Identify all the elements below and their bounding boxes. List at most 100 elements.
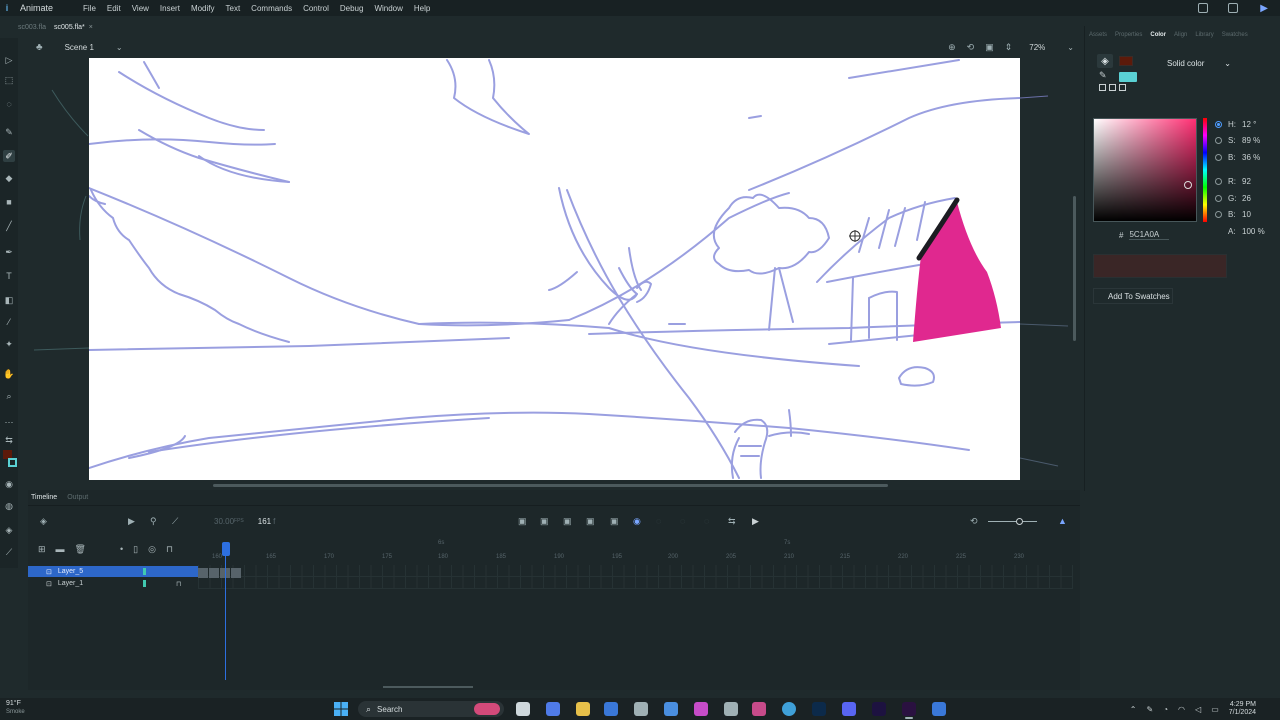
layer-color-tag[interactable] [143,568,146,575]
pen-icon[interactable]: ✒ [3,246,15,258]
delete-layer-icon[interactable]: 🗑 [75,544,86,555]
close-icon[interactable]: × [89,24,93,31]
layer-name[interactable]: Layer_1 [58,580,83,587]
battery-icon[interactable]: ▭ [1211,705,1219,714]
tab-properties[interactable]: Properties [1115,32,1142,38]
blue-radio[interactable] [1215,211,1222,219]
store-icon[interactable] [604,702,618,716]
playhead[interactable] [222,542,230,556]
app-icon[interactable] [932,702,946,716]
saturation-value[interactable]: 89 % [1242,136,1260,145]
pin-icon[interactable]: ✦ [3,338,15,350]
visibility-icon[interactable]: ◎ [148,544,156,555]
pen-icon[interactable]: ✎ [1147,705,1154,714]
saturation-row[interactable]: S: 89 % [1215,133,1279,150]
menu-view[interactable]: View [132,4,149,13]
brush-icon[interactable]: ✐ [3,150,15,162]
hue-radio[interactable] [1215,120,1222,128]
hand-icon[interactable]: ✋ [3,368,15,380]
current-frame[interactable]: 161 [258,517,271,526]
menu-commands[interactable]: Commands [251,4,292,13]
onion-skin-icon[interactable]: ◉ [633,514,641,528]
collapse-timeline-icon[interactable]: ▲ [1058,514,1067,528]
info-icon[interactable]: i [0,0,14,16]
edge-icon[interactable] [782,702,796,716]
first-frame-icon[interactable]: ▣ [518,514,527,528]
eyedropper-icon[interactable]: ⁄ [3,316,15,328]
stop-icon[interactable]: ▣ [563,514,572,528]
frame-size-slider[interactable] [988,514,1037,528]
menu-text[interactable]: Text [226,4,241,13]
tab-assets[interactable]: Assets [1089,32,1107,38]
scene-label[interactable]: Scene 1 [65,43,94,52]
edit-multiple-icon[interactable]: ◌ [656,514,661,528]
brush-shape-icon[interactable]: ◈ [3,524,15,536]
outline-icon[interactable]: ▯ [133,544,138,555]
animate-icon[interactable] [902,702,916,719]
file-explorer-icon[interactable] [576,702,590,716]
frame-grid[interactable] [198,565,1073,589]
play-icon[interactable]: ▶ [752,514,759,528]
text-tool-icon[interactable]: T [3,270,15,282]
app-icon[interactable] [634,702,648,716]
lock-icon[interactable]: ⊓ [176,580,181,588]
menu-modify[interactable]: Modify [191,4,215,13]
lock-icon[interactable]: ⊓ [166,544,173,555]
stroke-color-swatch[interactable] [1119,72,1137,82]
rotate-stage-icon[interactable]: ⟲ [967,42,975,53]
last-frame-icon[interactable]: ▣ [610,514,619,528]
photoshop-icon[interactable] [812,702,826,716]
keyframe[interactable] [198,568,208,578]
taskbar-search[interactable]: ⌕ Search [358,701,504,717]
brightness-radio[interactable] [1215,153,1222,161]
fill-color-swatch[interactable] [1119,56,1133,66]
wifi-icon[interactable]: ◠ [1178,705,1185,714]
selection-tool-icon[interactable]: ▷ [3,54,15,66]
keyframe[interactable] [209,568,219,578]
layer-parenting-icon[interactable]: ⚲ [150,514,157,528]
smoothing-icon[interactable]: ⟋ [3,546,15,558]
lasso-icon[interactable]: ◌ [3,98,15,110]
new-folder-icon[interactable]: ▬ [56,544,65,555]
highlight-layer-icon[interactable]: • [120,544,123,555]
blue-row[interactable]: B: 10 [1215,207,1279,224]
add-to-swatches-button[interactable]: Add To Swatches [1093,288,1173,304]
free-transform-icon[interactable]: ⬚ [3,74,15,86]
layer-row[interactable]: ⊡ Layer_1 ⊓ [28,578,198,589]
fill-bucket-icon[interactable]: ◈ [1097,54,1113,68]
premiere-icon[interactable] [872,702,886,716]
rectangle-icon[interactable]: ■ [3,196,15,208]
test-movie-icon[interactable]: ▶ [1260,3,1268,14]
app-icon[interactable] [694,702,708,716]
tab-timeline[interactable]: Timeline [31,494,57,501]
doc-tab-sc005[interactable]: sc005.fla* × [54,24,93,31]
stroke-pencil-icon[interactable]: ✎ [1099,70,1111,82]
green-row[interactable]: G: 26 [1215,190,1279,207]
volume-icon[interactable]: ◁ [1195,705,1201,714]
menu-window[interactable]: Window [374,4,402,13]
menu-insert[interactable]: Insert [160,4,180,13]
chevron-down-icon[interactable]: ⌄ [116,43,123,52]
no-color-icon[interactable] [1109,84,1116,91]
stage-canvas[interactable] [89,58,1020,480]
graph-icon[interactable]: ⟋ [172,514,178,528]
app-icon[interactable] [664,702,678,716]
black-white-icon[interactable] [1099,84,1106,91]
app-icon[interactable] [724,702,738,716]
timeline-scrollbar[interactable] [383,686,473,688]
red-row[interactable]: R: 92 [1215,174,1279,191]
brightness-value[interactable]: 36 % [1242,153,1260,162]
task-view-icon[interactable] [516,702,530,716]
clock[interactable]: 4:29 PM 7/1/2024 [1229,701,1256,717]
app-icon[interactable] [752,702,766,716]
new-layer-icon[interactable]: ⊞ [38,544,46,555]
blue-value[interactable]: 10 [1242,210,1251,219]
layer-color-tag[interactable] [143,580,146,587]
zoom-value[interactable]: 72% [1029,43,1045,52]
discord-icon[interactable] [842,702,856,716]
fps-value[interactable]: 30.00 [214,517,234,526]
object-drawing-icon[interactable]: ◉ [3,478,15,490]
insert-tween-icon[interactable]: ◌ [704,514,709,528]
saturation-brightness-picker[interactable] [1093,118,1197,222]
hex-input[interactable]: 5C1A0A [1129,230,1170,240]
